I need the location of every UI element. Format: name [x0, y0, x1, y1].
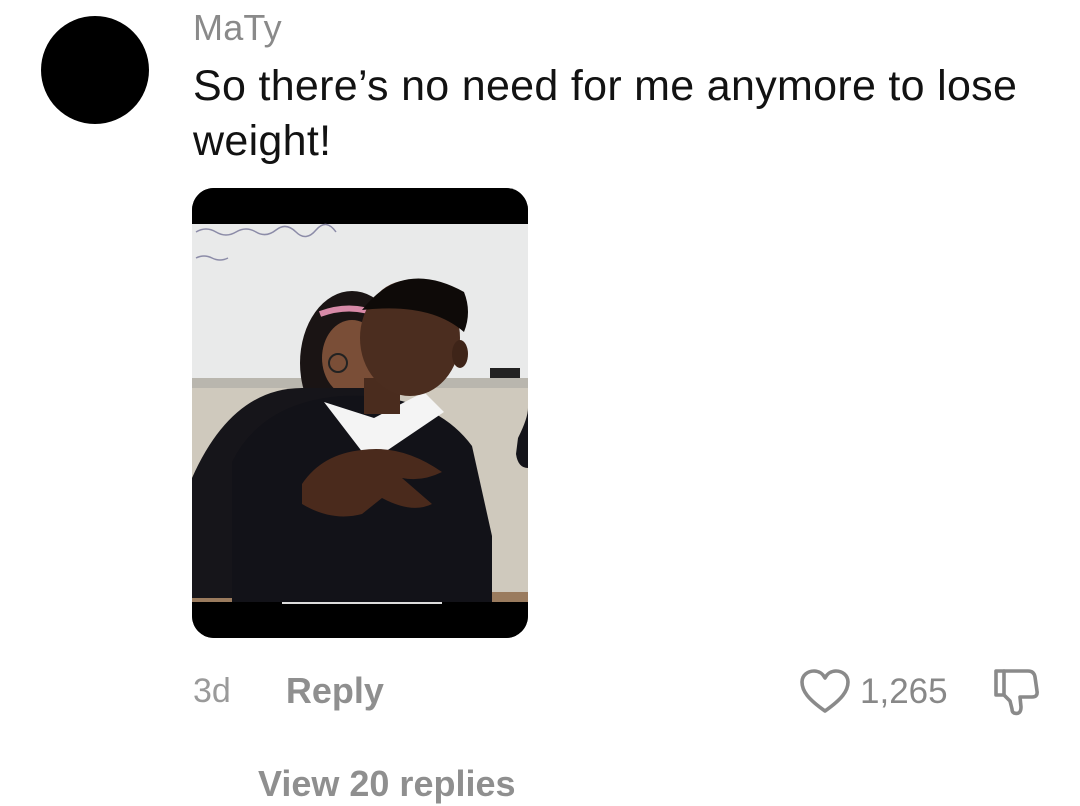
- heart-icon: [800, 669, 850, 713]
- comment-item: MaTy So there’s no need for me anymore t…: [0, 0, 1080, 804]
- like-button[interactable]: 1,265: [800, 667, 948, 717]
- comment-username[interactable]: MaTy: [193, 7, 282, 49]
- comment-image[interactable]: [192, 188, 528, 638]
- view-replies-link[interactable]: View 20 replies: [258, 762, 516, 806]
- avatar[interactable]: [41, 16, 149, 124]
- comment-timestamp: 3d: [193, 672, 231, 710]
- dislike-icon[interactable]: [988, 665, 1042, 719]
- comment-text: So there’s no need for me anymore to los…: [193, 62, 1018, 165]
- like-count: 1,265: [860, 672, 948, 711]
- reply-button[interactable]: Reply: [286, 669, 384, 713]
- comment-meta: 3d Reply: [193, 669, 384, 713]
- classroom-photo: [192, 188, 528, 638]
